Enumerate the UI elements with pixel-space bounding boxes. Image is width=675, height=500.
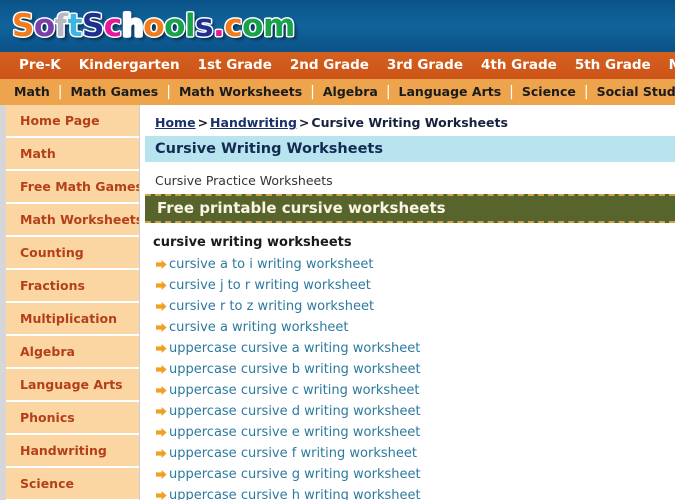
breadcrumb: Home > Handwriting > Cursive Writing Workshe… [145,105,675,136]
subject-nav-item-3[interactable]: Algebra [315,79,386,105]
grade-nav-item-0[interactable]: Pre-K [10,52,70,79]
sidebar: Home Page Math Free Math Games Math Workshe… [6,105,139,500]
page-root: SoftSchools.com Pre-K Kindergarten 1st Gra… [0,0,675,500]
arrow-right-icon [153,401,169,422]
logo-letter-7: o [143,8,165,44]
list-item[interactable]: cursive a writing worksheet [153,317,675,338]
list-item[interactable]: cursive a to i writing worksheet [153,254,675,275]
logo-letter-8: o [164,8,185,44]
worksheet-link-0[interactable]: cursive a to i writing worksheet [169,254,373,275]
arrow-right-icon [153,317,169,338]
subject-nav-item-2[interactable]: Math Worksheets [171,79,310,105]
sidebar-item-algebra[interactable]: Algebra [6,336,139,369]
worksheet-link-6[interactable]: uppercase cursive c writing worksheet [169,380,420,401]
worksheet-link-1[interactable]: cursive j to r writing worksheet [169,275,371,296]
grade-nav-item-3[interactable]: 2nd Grade [281,52,378,79]
logo-letter-1: o [33,8,55,44]
worksheet-link-10[interactable]: uppercase cursive g writing worksheet [169,464,421,485]
grade-nav-item-7[interactable]: Middle [660,52,675,79]
grade-nav-item-2[interactable]: 1st Grade [189,52,281,79]
arrow-right-icon [153,485,169,500]
subject-nav-item-1[interactable]: Math Games [62,79,166,105]
sidebar-item-phonics[interactable]: Phonics [6,402,139,435]
worksheet-link-11[interactable]: uppercase cursive h writing worksheet [169,485,421,500]
worksheet-link-9[interactable]: uppercase cursive f writing worksheet [169,443,417,464]
list-item[interactable]: uppercase cursive d writing worksheet [153,401,675,422]
sidebar-item-math[interactable]: Math [6,138,139,171]
list-item[interactable]: uppercase cursive e writing worksheet [153,422,675,443]
subject-nav-item-6[interactable]: Social Studies [589,79,675,105]
logo-letter-14: m [262,8,295,44]
logo-letter-4: S [81,8,104,44]
page-title: Cursive Writing Worksheets [145,136,675,162]
subject-nav-item-5[interactable]: Science [514,79,584,105]
sidebar-item-math-worksheets[interactable]: Math Worksheets [6,204,139,237]
arrow-right-icon [153,296,169,317]
worksheet-link-list: cursive a to i writing worksheet cursive … [145,254,675,500]
arrow-right-icon [153,443,169,464]
logo-letter-2: f [54,8,69,44]
sidebar-item-fractions[interactable]: Fractions [6,270,139,303]
sidebar-item-multiplication[interactable]: Multiplication [6,303,139,336]
grade-nav-item-4[interactable]: 3rd Grade [378,52,472,79]
sidebar-item-handwriting[interactable]: Handwriting [6,435,139,468]
list-item[interactable]: cursive j to r writing worksheet [153,275,675,296]
worksheet-list-heading: cursive writing worksheets [153,235,352,250]
page-subheading: Cursive Practice Worksheets [155,173,333,188]
logo-letter-0: S [12,8,34,44]
sidebar-item-counting[interactable]: Counting [6,237,139,270]
list-item[interactable]: uppercase cursive c writing worksheet [153,380,675,401]
subject-nav-item-4[interactable]: Language Arts [391,79,510,105]
subject-nav: Math | Math Games | Math Worksheets | Algebra |… [0,79,675,105]
list-item[interactable]: uppercase cursive h writing worksheet [153,485,675,500]
worksheet-link-8[interactable]: uppercase cursive e writing worksheet [169,422,420,443]
list-item[interactable]: uppercase cursive a writing worksheet [153,338,675,359]
list-item[interactable]: uppercase cursive g writing worksheet [153,464,675,485]
breadcrumb-separator-1: > [197,115,209,130]
promo-banner: Free printable cursive worksheets [145,194,675,223]
grade-nav: Pre-K Kindergarten 1st Grade 2nd Grade 3rd G… [0,52,675,79]
worksheet-link-4[interactable]: uppercase cursive a writing worksheet [169,338,420,359]
worksheet-link-5[interactable]: uppercase cursive b writing worksheet [169,359,421,380]
list-item[interactable]: uppercase cursive b writing worksheet [153,359,675,380]
arrow-right-icon [153,338,169,359]
logo-letter-11: . [212,8,225,44]
site-masthead: SoftSchools.com [0,0,675,52]
grade-nav-item-5[interactable]: 4th Grade [472,52,566,79]
breadcrumb-current: Cursive Writing Worksheets [311,115,508,130]
worksheet-link-2[interactable]: cursive r to z writing worksheet [169,296,374,317]
site-logo[interactable]: SoftSchools.com [12,6,295,46]
arrow-right-icon [153,254,169,275]
logo-letter-13: o [242,8,263,44]
body-columns: Home Page Math Free Math Games Math Workshe… [0,105,675,500]
sidebar-item-science[interactable]: Science [6,468,139,500]
list-item[interactable]: uppercase cursive f writing worksheet [153,443,675,464]
logo-letter-12: c [224,8,243,44]
arrow-right-icon [153,422,169,443]
arrow-right-icon [153,359,169,380]
logo-letter-9: l [184,8,196,44]
sidebar-item-home-page[interactable]: Home Page [6,105,139,138]
breadcrumb-separator-2: > [298,115,310,130]
arrow-right-icon [153,275,169,296]
logo-letter-10: s [195,8,213,44]
list-item[interactable]: cursive r to z writing worksheet [153,296,675,317]
worksheet-link-7[interactable]: uppercase cursive d writing worksheet [169,401,421,422]
breadcrumb-home[interactable]: Home [155,115,196,130]
sidebar-item-language-arts[interactable]: Language Arts [6,369,139,402]
main-content: Home > Handwriting > Cursive Writing Workshe… [145,105,675,500]
logo-letter-5: c [103,8,122,44]
arrow-right-icon [153,380,169,401]
arrow-right-icon [153,464,169,485]
logo-letter-3: t [67,8,83,44]
worksheet-link-3[interactable]: cursive a writing worksheet [169,317,349,338]
logo-letter-6: h [121,8,144,44]
grade-nav-item-1[interactable]: Kindergarten [70,52,189,79]
subject-nav-item-0[interactable]: Math [6,79,58,105]
sidebar-item-free-math-games[interactable]: Free Math Games [6,171,139,204]
breadcrumb-handwriting[interactable]: Handwriting [210,115,297,130]
grade-nav-item-6[interactable]: 5th Grade [566,52,660,79]
